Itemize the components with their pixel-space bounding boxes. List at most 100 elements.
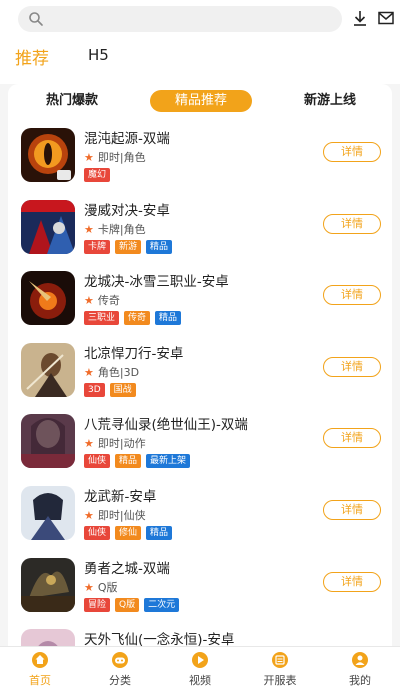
- nav-home[interactable]: 首页: [0, 651, 80, 688]
- detail-button[interactable]: 详情: [323, 428, 381, 448]
- subtab-hot[interactable]: 热门爆款: [26, 90, 118, 112]
- game-tag: 传奇: [124, 311, 151, 325]
- game-info: ★ 即时|仙侠: [84, 507, 146, 523]
- game-name: 混沌起源-双端: [84, 131, 170, 147]
- game-tags: 冒险 Q版 二次元: [84, 598, 184, 612]
- list-item[interactable]: 龙武新-安卓 ★ 即时|仙侠 仙侠 修仙 精品 详情: [8, 486, 392, 558]
- star-icon: ★: [84, 437, 94, 450]
- mail-icon[interactable]: [377, 9, 395, 27]
- tab-recommend[interactable]: 推荐: [15, 44, 49, 69]
- detail-button[interactable]: 详情: [323, 285, 381, 305]
- star-icon: ★: [84, 223, 94, 236]
- detail-button[interactable]: 详情: [323, 500, 381, 520]
- nav-profile[interactable]: 我的: [320, 651, 400, 688]
- game-icon: [21, 558, 75, 612]
- game-tag: 精品: [146, 240, 173, 254]
- game-tag: Q版: [115, 598, 140, 612]
- server-list-icon: [272, 652, 288, 668]
- search-icon: [29, 12, 43, 26]
- play-icon: [192, 652, 208, 668]
- game-info: ★ 传奇: [84, 292, 120, 308]
- game-tags: 仙侠 修仙 精品: [84, 526, 177, 540]
- subtab-featured[interactable]: 精品推荐: [150, 90, 252, 112]
- game-tag: 修仙: [115, 526, 142, 540]
- game-genre: 传奇: [97, 294, 120, 307]
- game-tag: 二次元: [144, 598, 180, 612]
- game-tag: 仙侠: [84, 454, 111, 468]
- game-icon: [21, 200, 75, 254]
- star-icon: ★: [84, 366, 94, 379]
- game-tags: 仙侠 精品 最新上架: [84, 454, 195, 468]
- game-tag: 新游: [115, 240, 142, 254]
- game-name: 勇者之城-双端: [84, 561, 170, 577]
- search-input[interactable]: [18, 6, 342, 32]
- nav-category[interactable]: 分类: [80, 651, 160, 688]
- home-icon: [32, 652, 48, 668]
- game-tags: 3D 国战: [84, 383, 141, 397]
- list-item[interactable]: 龙城决-冰雪三职业-安卓 ★ 传奇 三职业 传奇 精品 详情: [8, 271, 392, 343]
- game-tag: 国战: [109, 383, 136, 397]
- nav-label: 首页: [29, 674, 51, 687]
- game-tag: 3D: [84, 383, 105, 397]
- nav-label: 开服表: [263, 674, 297, 687]
- game-icon: [21, 486, 75, 540]
- game-tag: 魔幻: [84, 168, 111, 182]
- detail-button[interactable]: 详情: [323, 142, 381, 162]
- star-icon: ★: [84, 509, 94, 522]
- game-tag: 卡牌: [84, 240, 111, 254]
- game-info: ★ 角色|3D: [84, 364, 139, 380]
- game-tags: 卡牌 新游 精品: [84, 240, 177, 254]
- download-icon[interactable]: [351, 9, 369, 27]
- game-info: ★ 卡牌|角色: [84, 221, 146, 237]
- game-icon: [21, 343, 75, 397]
- game-tags: 三职业 传奇 精品: [84, 311, 186, 325]
- game-tag: 精品: [155, 311, 182, 325]
- game-icon: [21, 629, 75, 646]
- list-item[interactable]: 北凉悍刀行-安卓 ★ 角色|3D 3D 国战 详情: [8, 343, 392, 415]
- detail-button[interactable]: 详情: [323, 214, 381, 234]
- nav-video[interactable]: 视频: [160, 651, 240, 688]
- game-icon: [21, 128, 75, 182]
- nav-server-list[interactable]: 开服表: [240, 651, 320, 688]
- game-info: ★ Q版: [84, 579, 118, 595]
- game-list-card: 热门爆款 精品推荐 新游上线 混沌起源-双端 ★ 即时|角色 魔幻 详情 漫威对…: [8, 84, 392, 646]
- profile-icon: [352, 652, 368, 668]
- game-genre: 角色|3D: [97, 366, 140, 379]
- nav-label: 视频: [189, 674, 211, 687]
- list-item[interactable]: 八荒寻仙录(绝世仙王)-双端 ★ 即时|动作 仙侠 精品 最新上架 详情: [8, 414, 392, 486]
- game-name: 天外飞仙(一念永恒)-安卓: [84, 632, 235, 646]
- detail-button[interactable]: 详情: [323, 357, 381, 377]
- game-icon: [21, 414, 75, 468]
- game-genre: 卡牌|角色: [97, 223, 146, 236]
- game-tag: 精品: [115, 454, 142, 468]
- game-name: 龙武新-安卓: [84, 489, 157, 505]
- game-genre: 即时|角色: [97, 151, 146, 164]
- game-name: 漫威对决-安卓: [84, 203, 170, 219]
- game-name: 北凉悍刀行-安卓: [84, 346, 184, 362]
- star-icon: ★: [84, 294, 94, 307]
- game-name: 八荒寻仙录(绝世仙王)-双端: [84, 417, 248, 433]
- gamepad-icon: [112, 652, 128, 668]
- game-icon: [21, 271, 75, 325]
- game-tag: 精品: [146, 526, 173, 540]
- game-genre: 即时|动作: [97, 437, 146, 450]
- nav-label: 我的: [349, 674, 371, 687]
- list-item[interactable]: 天外飞仙(一念永恒)-安卓: [8, 629, 392, 646]
- game-name: 龙城决-冰雪三职业-安卓: [84, 274, 229, 290]
- game-tag: 最新上架: [146, 454, 191, 468]
- list-item[interactable]: 漫威对决-安卓 ★ 卡牌|角色 卡牌 新游 精品 详情: [8, 200, 392, 272]
- tab-h5[interactable]: H5: [88, 46, 109, 64]
- list-item[interactable]: 勇者之城-双端 ★ Q版 冒险 Q版 二次元 详情: [8, 558, 392, 630]
- detail-button[interactable]: 详情: [323, 572, 381, 592]
- game-tag: 仙侠: [84, 526, 111, 540]
- star-icon: ★: [84, 151, 94, 164]
- game-genre: Q版: [97, 581, 118, 594]
- list-item[interactable]: 混沌起源-双端 ★ 即时|角色 魔幻 详情: [8, 128, 392, 200]
- game-info: ★ 即时|角色: [84, 149, 146, 165]
- nav-label: 分类: [109, 674, 131, 687]
- subtab-new[interactable]: 新游上线: [284, 90, 376, 112]
- category-tabs: 推荐 H5: [0, 44, 400, 74]
- game-genre: 即时|仙侠: [97, 509, 146, 522]
- bottom-nav: 首页 分类 视频 开服表 我的: [0, 646, 400, 690]
- game-info: ★ 即时|动作: [84, 435, 146, 451]
